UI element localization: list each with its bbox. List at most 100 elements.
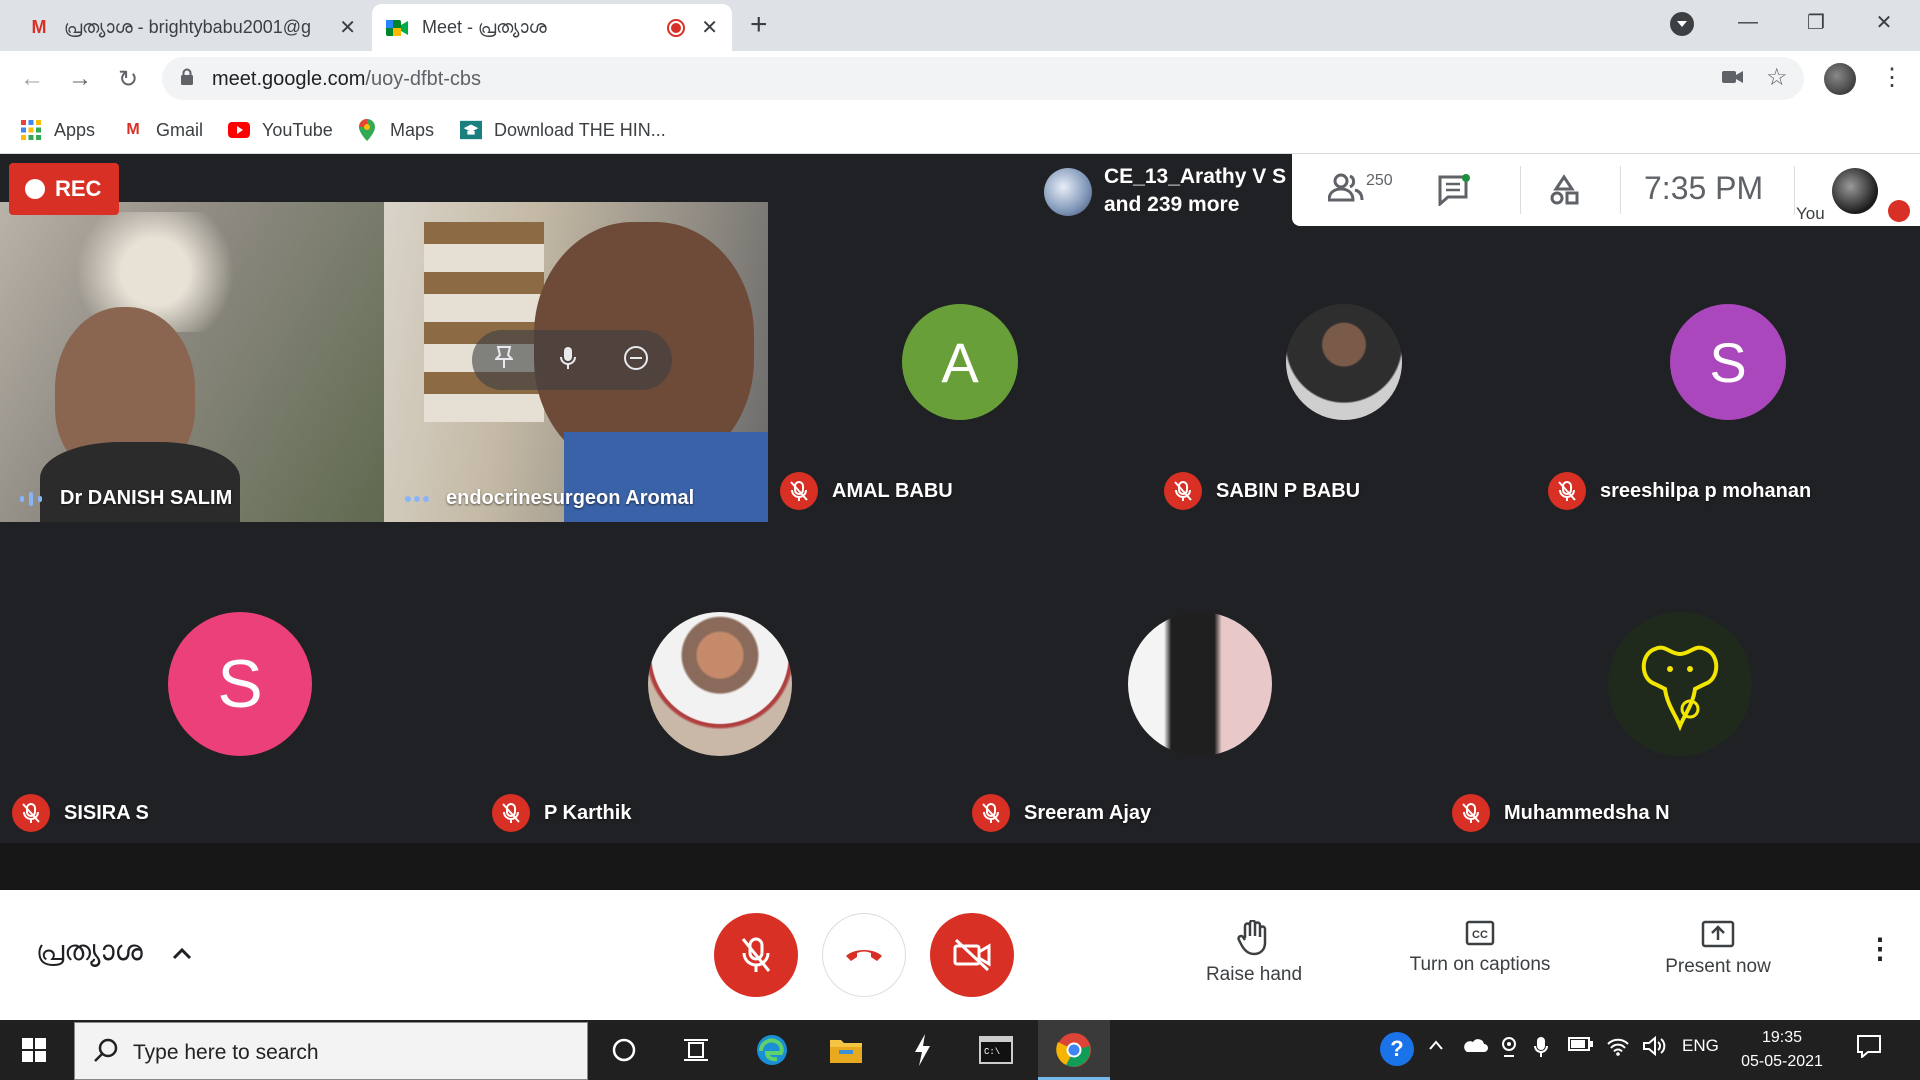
address-bar[interactable]: meet.google.com/uoy-dfbt-cbs ☆ [162, 57, 1804, 100]
close-tab-icon[interactable]: ✕ [339, 15, 356, 40]
participant-tile-sreeshilpa-p-mohanan[interactable]: S sreeshilpa p mohanan [1536, 202, 1920, 522]
camera-in-use-icon[interactable] [1722, 69, 1744, 90]
participant-nameplate: P Karthik [492, 794, 631, 832]
meet-icon [386, 17, 408, 39]
participant-name: endocrinesurgeon Aromal [446, 487, 695, 509]
chrome-taskbar-item[interactable] [1038, 1020, 1110, 1080]
people-icon [1328, 173, 1364, 202]
volume-icon[interactable] [1642, 1035, 1666, 1061]
avatar-letter: S [1709, 330, 1747, 394]
activities-button[interactable] [1548, 174, 1580, 211]
participant-nameplate: Muhammedsha N [1452, 794, 1670, 832]
more-options-icon[interactable]: ⋮ [1866, 932, 1894, 965]
participant-tile-amal-babu[interactable]: A AMAL BABU [768, 202, 1152, 522]
mic-off-icon [1164, 472, 1202, 510]
participant-count: 250 [1366, 172, 1393, 189]
mic-icon[interactable] [559, 346, 576, 375]
participant-tile-p-karthik[interactable]: P Karthik [480, 522, 960, 844]
bookmarks-bar: Apps M Gmail YouTube Maps Download THE H… [0, 106, 1920, 154]
participant-name: SISIRA S [64, 801, 149, 824]
cortana-icon[interactable] [604, 1030, 644, 1070]
edge-browser-icon[interactable] [752, 1030, 792, 1070]
self-label: You [1796, 204, 1825, 223]
mic-off-icon [780, 472, 818, 510]
recording-badge: REC [9, 163, 119, 215]
gmail-icon: M [31, 17, 47, 37]
minimize-icon[interactable]: — [1714, 0, 1782, 44]
bookmark-gmail[interactable]: M Gmail [122, 116, 203, 144]
lightning-app-icon[interactable] [902, 1030, 942, 1070]
meeting-clock: 7:35 PM [1644, 170, 1764, 206]
profile-avatar[interactable] [1824, 63, 1856, 95]
chat-button[interactable] [1438, 174, 1472, 211]
participant-tile-danish-salim[interactable]: Dr DANISH SALIM [0, 202, 384, 522]
tab-meet[interactable]: Meet - പ്രത്യാശ ✕ [372, 4, 732, 51]
participant-summary[interactable]: CE_13_Arathy V S and 239 more [1034, 156, 1292, 226]
restore-icon[interactable]: ❐ [1782, 0, 1850, 44]
command-prompt-icon[interactable]: C:\ [976, 1030, 1016, 1070]
bookmark-star-icon[interactable]: ☆ [1766, 63, 1788, 92]
participant-tile-endocrinesurgeon-aromal[interactable]: endocrinesurgeon Aromal [384, 202, 768, 522]
pin-icon[interactable] [493, 345, 515, 375]
present-now-button[interactable]: Present now [1646, 920, 1790, 978]
forward-icon[interactable]: → [64, 63, 96, 95]
bookmark-apps[interactable]: Apps [20, 116, 95, 144]
leave-call-button[interactable] [822, 913, 906, 997]
participant-tile-sabin-p-babu[interactable]: SABIN P BABU [1152, 202, 1536, 522]
participant-tile-muhammedsha-n[interactable]: Muhammedsha N [1440, 522, 1920, 844]
participant-tile-sisira-s[interactable]: S SISIRA S [0, 522, 480, 844]
reload-icon[interactable]: ↻ [112, 63, 144, 95]
battery-icon[interactable] [1568, 1036, 1594, 1057]
self-avatar[interactable] [1832, 168, 1878, 214]
file-explorer-icon[interactable] [826, 1030, 866, 1070]
tab-gmail[interactable]: M പ്രത്യാശ - brightybabu2001@g ✕ [14, 4, 370, 51]
wifi-icon[interactable] [1606, 1036, 1630, 1061]
bookshelf [424, 222, 544, 422]
camera-toggle-button[interactable] [930, 913, 1014, 997]
meeting-title-button[interactable]: പ്രത്യാശ [36, 934, 192, 968]
search-placeholder: Type here to search [133, 1041, 319, 1064]
present-screen-icon [1701, 920, 1735, 948]
help-icon[interactable]: ? [1380, 1032, 1414, 1066]
bookmark-maps[interactable]: Maps [356, 116, 434, 144]
show-hidden-icons-icon[interactable] [1428, 1036, 1444, 1056]
graduation-cap-icon [460, 119, 482, 141]
task-view-icon[interactable] [676, 1030, 716, 1070]
raise-hand-button[interactable]: Raise hand [1194, 920, 1314, 986]
notifications-icon[interactable] [1856, 1034, 1882, 1063]
bookmark-youtube[interactable]: YouTube [228, 116, 333, 144]
hang-up-icon [846, 950, 882, 961]
closed-captions-icon: CC [1465, 920, 1495, 946]
new-tab-icon[interactable]: + [750, 8, 768, 42]
taskbar-search-box[interactable]: Type here to search [74, 1022, 588, 1080]
onedrive-icon[interactable] [1462, 1036, 1488, 1059]
participant-tile-sreeram-ajay[interactable]: Sreeram Ajay [960, 522, 1440, 844]
close-tab-icon[interactable]: ✕ [701, 15, 718, 40]
bookmark-label: Download THE HIN... [494, 119, 666, 140]
webcam-tray-icon[interactable] [1500, 1036, 1518, 1063]
tab-search-icon[interactable] [1670, 12, 1694, 36]
participant-avatar: S [1670, 304, 1786, 420]
raise-hand-label: Raise hand [1205, 964, 1303, 985]
bookmark-download-the-hindu[interactable]: Download THE HIN... [460, 116, 666, 144]
microphone-toggle-button[interactable] [714, 913, 798, 997]
participant-nameplate: SABIN P BABU [1164, 472, 1360, 510]
captions-button[interactable]: CC Turn on captions [1390, 920, 1570, 976]
participant-shirt [40, 442, 240, 522]
mic-off-icon [12, 794, 50, 832]
participant-name: Sreeram Ajay [1024, 801, 1152, 824]
back-icon[interactable]: ← [16, 63, 48, 95]
windows-start-icon[interactable] [14, 1030, 54, 1070]
input-language[interactable]: ENG [1682, 1036, 1719, 1056]
microphone-tray-icon[interactable] [1534, 1036, 1548, 1063]
menu-kebab-icon[interactable]: ⋮ [1880, 63, 1904, 92]
remove-icon[interactable] [623, 345, 649, 376]
recording-dot-icon [25, 179, 45, 199]
taskbar-clock[interactable]: 19:35 05-05-2021 [1736, 1026, 1828, 1074]
activities-icon [1550, 174, 1579, 205]
svg-text:CC: CC [1472, 929, 1488, 941]
window-close-icon[interactable]: ✕ [1850, 0, 1918, 44]
participants-button[interactable]: 250 [1328, 172, 1393, 202]
chrome-icon [1056, 1033, 1091, 1067]
participant-logo-avatar [1608, 612, 1752, 756]
